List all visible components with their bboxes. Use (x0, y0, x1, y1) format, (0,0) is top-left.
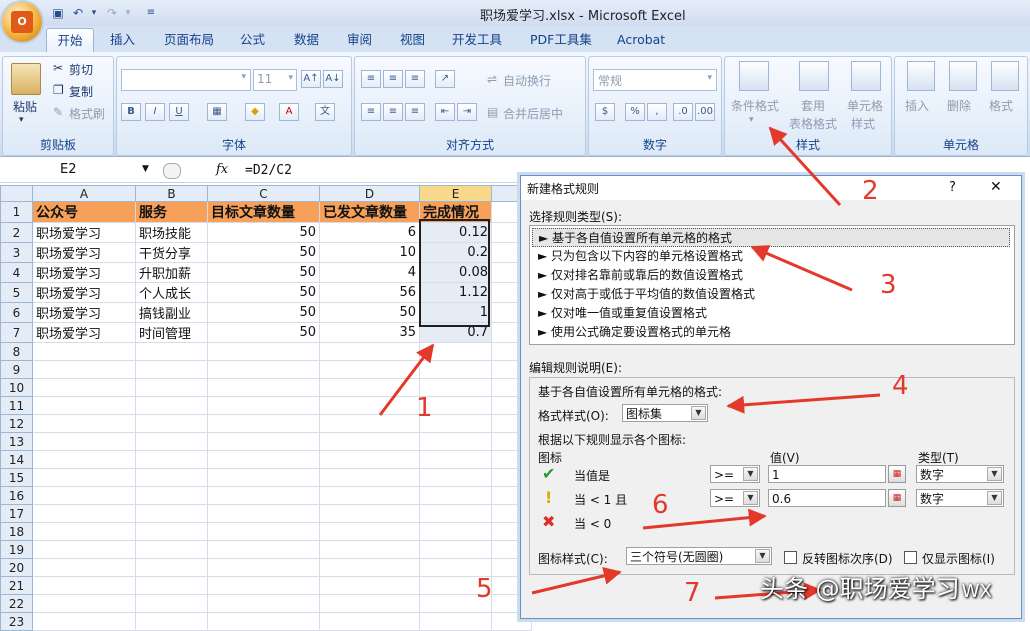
annotation-number: 4 (892, 371, 909, 401)
office-button[interactable]: O (2, 2, 42, 42)
annotation-arrow-3 (750, 245, 853, 292)
watermark-tail: WX (961, 581, 992, 602)
annotation-number: 6 (652, 490, 669, 520)
annotation-number: 2 (862, 176, 879, 206)
annotation-arrow-2 (768, 126, 842, 207)
annotation-layer (378, 126, 881, 601)
annotation-number: 5 (476, 574, 493, 604)
annotation-number: 3 (880, 270, 897, 300)
office-logo-icon: O (11, 11, 33, 33)
annotation-number: 1 (416, 393, 433, 423)
annotation-number: 7 (684, 578, 701, 608)
annotation-arrow-4 (726, 393, 881, 414)
watermark: 头条 @职场爱学习 WX (760, 575, 992, 603)
annotation-arrow-5 (531, 567, 622, 595)
